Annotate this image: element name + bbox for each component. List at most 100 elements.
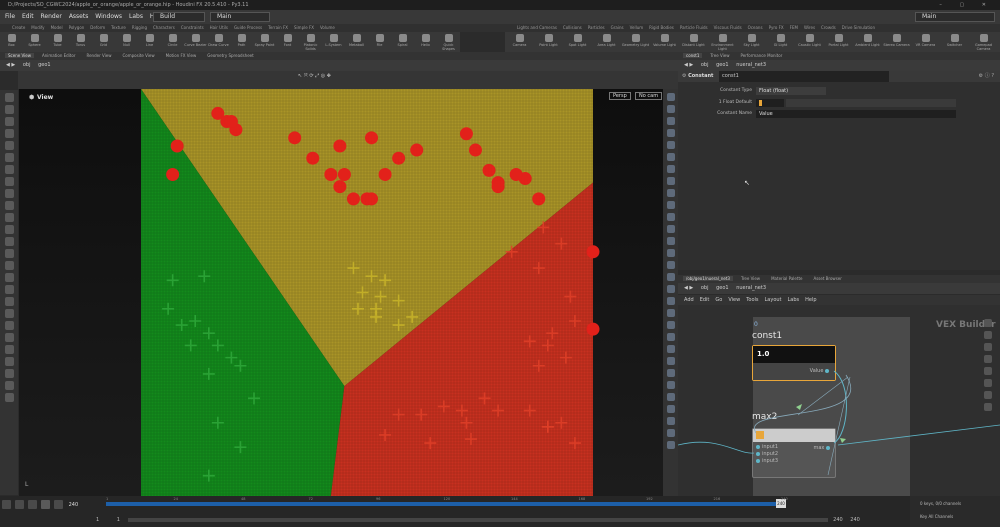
shelf-tool[interactable]: Stereo Camera	[882, 32, 911, 47]
select-tool-icons[interactable]: ↖ ⤧ ⟳ ⤢ ◎ ✥	[298, 73, 331, 79]
display-option-icon[interactable]	[666, 237, 675, 245]
camera-button[interactable]: No cam	[635, 92, 663, 100]
network-tool-icon[interactable]	[984, 403, 992, 411]
constant-name-field[interactable]: Value	[756, 110, 956, 118]
network-tab[interactable]: Tree View	[738, 276, 763, 281]
shelf-tool[interactable]: Font	[276, 32, 299, 47]
network-menu-item[interactable]: Tools	[746, 297, 758, 303]
display-option-icon[interactable]	[666, 177, 675, 185]
shelf-tab[interactable]: Rigid Bodies	[649, 25, 674, 30]
left-tool-icon[interactable]	[4, 165, 14, 174]
menu-windows[interactable]: Windows	[95, 13, 122, 20]
display-option-icon[interactable]	[666, 117, 675, 125]
shelf-tool[interactable]: Distant Light	[679, 32, 708, 47]
display-option-icon[interactable]	[666, 441, 675, 449]
viewer-tab[interactable]: Scene View	[5, 53, 34, 58]
viewer-tab[interactable]: Render View	[83, 53, 114, 58]
network-tool-icon[interactable]	[984, 391, 992, 399]
display-option-icon[interactable]	[666, 285, 675, 293]
shelf-tool[interactable]: Torus	[69, 32, 92, 47]
range-start2-field[interactable]: 1	[117, 517, 120, 523]
left-tool-icon[interactable]	[4, 105, 14, 114]
display-option-icon[interactable]	[666, 189, 675, 197]
range-end2-field[interactable]: 240	[850, 517, 860, 523]
desktop-main-right[interactable]: Main	[915, 12, 995, 22]
param-tab[interactable]: const1	[683, 53, 703, 58]
shelf-tab[interactable]: Lights and Cameras	[517, 25, 557, 30]
display-option-icon[interactable]	[666, 417, 675, 425]
display-option-icon[interactable]	[666, 393, 675, 401]
menu-render[interactable]: Render	[41, 13, 62, 20]
shelf-tab[interactable]: Viscous Fluids	[714, 25, 742, 30]
shelf-tool[interactable]: Metaball	[345, 32, 368, 47]
range-start-field[interactable]: 1	[96, 517, 99, 523]
shelf-tab[interactable]: Grains	[611, 25, 624, 30]
display-option-icon[interactable]	[666, 345, 675, 353]
network-menu-item[interactable]: Add	[684, 297, 694, 303]
desktop-build-dropdown[interactable]: Build	[153, 12, 205, 22]
left-tool-icon[interactable]	[4, 357, 14, 366]
display-option-icon[interactable]	[666, 93, 675, 101]
shelf-tool[interactable]: Portal Light	[824, 32, 853, 47]
shelf-tool[interactable]: Spiral	[391, 32, 414, 47]
left-tool-icon[interactable]	[4, 297, 14, 306]
back-icon[interactable]: ◀ ▶	[6, 62, 15, 68]
display-option-icon[interactable]	[666, 165, 675, 173]
shelf-tab[interactable]: Wires	[804, 25, 815, 30]
net-back-icon[interactable]: ◀ ▶	[684, 285, 693, 291]
shelf-tool[interactable]: Environment Light	[708, 32, 737, 51]
param-back-icon[interactable]: ◀ ▶	[684, 62, 693, 68]
node-name-field[interactable]: const1	[719, 71, 890, 82]
network-tool-icon[interactable]	[984, 319, 992, 327]
left-tool-icon[interactable]	[4, 117, 14, 126]
shelf-tab[interactable]: Rigging	[132, 25, 147, 30]
viewport-svg[interactable]	[19, 89, 663, 496]
left-tool-icon[interactable]	[4, 141, 14, 150]
shelf-tool[interactable]: Volume Light	[650, 32, 679, 47]
display-option-icon[interactable]	[666, 153, 675, 161]
shelf-tool[interactable]: Sky Light	[737, 32, 766, 47]
network-menu-item[interactable]: Edit	[700, 297, 710, 303]
shelf-tab[interactable]: Particle Fluids	[680, 25, 708, 30]
network-tab[interactable]: Material Palette	[768, 276, 805, 281]
constant-type-menu[interactable]: Float (float)	[756, 87, 826, 95]
display-option-icon[interactable]	[666, 273, 675, 281]
network-menu-item[interactable]: Labs	[788, 297, 800, 303]
left-tool-icon[interactable]	[4, 345, 14, 354]
shelf-tool[interactable]: Area Light	[592, 32, 621, 47]
shelf-tool[interactable]: Helix	[414, 32, 437, 47]
shelf-tool[interactable]: L-System	[322, 32, 345, 47]
viewer-tab[interactable]: Geometry Spreadsheet	[204, 53, 256, 58]
network-tool-icon[interactable]	[984, 331, 992, 339]
display-option-icon[interactable]	[666, 321, 675, 329]
left-tool-icon[interactable]	[4, 225, 14, 234]
shelf-tab[interactable]: Polygon	[69, 25, 85, 30]
menu-file[interactable]: File	[5, 13, 15, 20]
param-header-icons[interactable]: ⚙ ⓘ ?	[979, 71, 994, 82]
network-menu-item[interactable]: Go	[715, 297, 722, 303]
shelf-tab[interactable]: Characters	[153, 25, 175, 30]
left-tool-icon[interactable]	[4, 285, 14, 294]
display-option-icon[interactable]	[666, 405, 675, 413]
float-default-slider[interactable]	[786, 99, 956, 107]
shelf-tool[interactable]: Curve Bezier	[184, 32, 207, 47]
shelf-tool[interactable]: Grid	[92, 32, 115, 47]
shelf-tab[interactable]: Vellum	[630, 25, 644, 30]
left-tool-icon[interactable]	[4, 237, 14, 246]
display-option-icon[interactable]	[666, 201, 675, 209]
shelf-tab[interactable]: Volume	[320, 25, 335, 30]
left-tool-icon[interactable]	[4, 177, 14, 186]
left-tool-icon[interactable]	[4, 129, 14, 138]
network-tool-icon[interactable]	[984, 343, 992, 351]
left-tool-icon[interactable]	[4, 369, 14, 378]
current-frame-field[interactable]: 240	[69, 502, 79, 508]
range-slider[interactable]	[127, 517, 828, 522]
network-tool-icon[interactable]	[984, 355, 992, 363]
display-option-icon[interactable]	[666, 129, 675, 137]
shelf-tool[interactable]: File	[368, 32, 391, 47]
shelf-tab[interactable]: Modify	[31, 25, 44, 30]
desktop-main-dropdown[interactable]: Main	[210, 12, 270, 22]
shelf-tool[interactable]: Spot Light	[563, 32, 592, 47]
key-all-button[interactable]: Key All Channels	[920, 514, 953, 519]
network-menu-item[interactable]: Layout	[765, 297, 782, 303]
